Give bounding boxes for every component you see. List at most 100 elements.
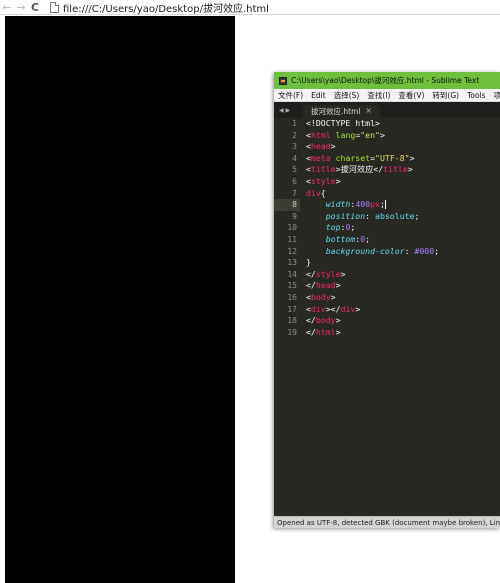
code-line[interactable]: } [306, 257, 500, 269]
code-token: > [407, 164, 413, 175]
menu-item[interactable]: Edit [311, 91, 326, 100]
menu-item[interactable]: 选择(S) [334, 90, 360, 101]
code-token: > [330, 291, 336, 302]
code-editor[interactable]: 1 2 3 4 5 6 7 8 9 10 11 12 13 14 15 16 17 18 19 <!DOCTYPE … [274, 118, 500, 516]
code-token: div [306, 187, 321, 198]
black-div [5, 16, 235, 583]
code-token: ; [350, 222, 356, 233]
code-token: meta [310, 152, 331, 163]
tab-bar: ◀ ▶ 拔河效应.html × [274, 102, 500, 118]
code-line[interactable]: <meta charset="UTF-8"> [306, 153, 500, 165]
code-token: bottom [325, 233, 356, 244]
code-token: body [315, 315, 336, 326]
code-line[interactable]: <div></div> [306, 304, 500, 316]
close-icon[interactable]: × [365, 106, 372, 115]
code-line[interactable]: background-color: #000; [306, 246, 500, 258]
code-token: width [325, 199, 351, 210]
code-token: > [335, 315, 341, 326]
line-number: 2 [292, 130, 297, 140]
code-token: style [310, 175, 336, 186]
line-number: 7 [292, 188, 297, 198]
menu-item[interactable]: 查找(I) [367, 90, 390, 101]
code-line[interactable]: <style> [306, 176, 500, 188]
tab-file[interactable]: 拔河效应.html × [302, 105, 380, 118]
line-number: 10 [287, 223, 297, 233]
code-line[interactable]: top:0; [306, 222, 500, 234]
sublime-window: C:\Users\yao\Desktop\拔河效应.html - Sublime… [274, 72, 500, 528]
code-line[interactable]: width:400px; [306, 199, 500, 211]
line-number: 5 [292, 165, 297, 175]
code-line[interactable]: </style> [306, 269, 500, 281]
code-token: > [335, 280, 341, 291]
status-bar: Opened as UTF-8, detected GBK (document … [274, 516, 500, 528]
line-number: 16 [287, 292, 297, 302]
code-line[interactable]: <title>拔河效应</title> [306, 164, 500, 176]
line-number: 12 [287, 246, 297, 256]
code-token: { [320, 187, 326, 198]
tab-scroll-arrows-icon[interactable]: ◀ ▶ [274, 102, 302, 118]
status-text: Opened as UTF-8, detected GBK (document … [277, 518, 500, 527]
line-number-gutter: 1 2 3 4 5 6 7 8 9 10 11 12 13 14 15 16 17 18 19 [274, 118, 300, 516]
line-number: 3 [292, 142, 297, 152]
code-token: </ [306, 315, 316, 326]
code-line[interactable]: <head> [306, 141, 500, 153]
code-token: top [325, 222, 341, 233]
code-token: <!DOCTYPE html> [306, 118, 380, 128]
menu-item[interactable]: 文件(F) [278, 90, 303, 101]
code-token: "UTF-8" [375, 152, 410, 163]
code-line[interactable]: </body> [306, 315, 500, 327]
sublime-titlebar[interactable]: C:\Users\yao\Desktop\拔河效应.html - Sublime… [274, 72, 500, 89]
line-number: 14 [287, 269, 297, 279]
tab-label: 拔河效应.html [311, 107, 361, 116]
code-token: background-color [325, 245, 405, 256]
sublime-app-icon [279, 76, 287, 85]
line-number: 1 [292, 119, 297, 128]
code-line[interactable]: bottom:0; [306, 234, 500, 246]
page-icon [50, 1, 59, 13]
text-cursor [384, 200, 386, 210]
code-token: head [315, 280, 336, 291]
line-number: 19 [287, 327, 297, 337]
forward-icon[interactable]: → [14, 0, 28, 14]
code-line[interactable]: <body> [306, 292, 500, 304]
code-line[interactable]: </head> [306, 280, 500, 292]
code-line[interactable]: position: absolute; [306, 211, 500, 223]
menu-bar: 文件(F) Edit 选择(S) 查找(I) 查看(V) 转到(G) Tools 项目(P [274, 89, 500, 102]
code-line[interactable]: <!DOCTYPE html> [306, 118, 500, 130]
back-icon[interactable]: ← [0, 0, 14, 14]
code-token: charset [335, 152, 371, 163]
code-token: style [315, 268, 341, 279]
reload-icon[interactable]: C [28, 0, 42, 14]
line-number: 9 [292, 211, 297, 221]
code-token: div [340, 303, 356, 314]
code-line[interactable]: </html> [306, 327, 500, 339]
code-token: > [409, 152, 415, 163]
menu-item[interactable]: 查看(V) [398, 90, 424, 101]
menu-item[interactable]: 项目(P [494, 90, 500, 101]
code-token: title [310, 164, 336, 175]
code-line[interactable]: div{ [306, 188, 500, 200]
code-token: > [355, 303, 361, 314]
code-area[interactable]: <!DOCTYPE html> <html lang="en"> <head> <me… [306, 118, 500, 338]
code-token: head [310, 141, 331, 152]
code-token: ; [414, 210, 420, 221]
code-token: 400 [355, 199, 371, 210]
code-token: html [315, 326, 336, 337]
code-line[interactable]: <html lang="en"> [306, 130, 500, 142]
code-token: : [404, 245, 415, 256]
line-number: 18 [287, 316, 297, 326]
code-token: lang [335, 129, 356, 140]
code-token: title [383, 164, 408, 175]
code-token: "en" [360, 129, 380, 140]
menu-item[interactable]: 转到(G) [432, 90, 459, 101]
line-number: 8 [274, 199, 300, 211]
window-title: C:\Users\yao\Desktop\拔河效应.html - Sublime… [291, 76, 480, 85]
browser-toolbar: ← → C file:///C:/Users/yao/Desktop/拔河效应.… [0, 0, 500, 15]
address-bar[interactable]: file:///C:/Users/yao/Desktop/拔河效应.html [63, 0, 269, 15]
code-token: > [335, 175, 341, 186]
code-token: body [310, 291, 331, 302]
menu-item[interactable]: Tools [467, 91, 485, 100]
code-token: > [379, 129, 385, 140]
